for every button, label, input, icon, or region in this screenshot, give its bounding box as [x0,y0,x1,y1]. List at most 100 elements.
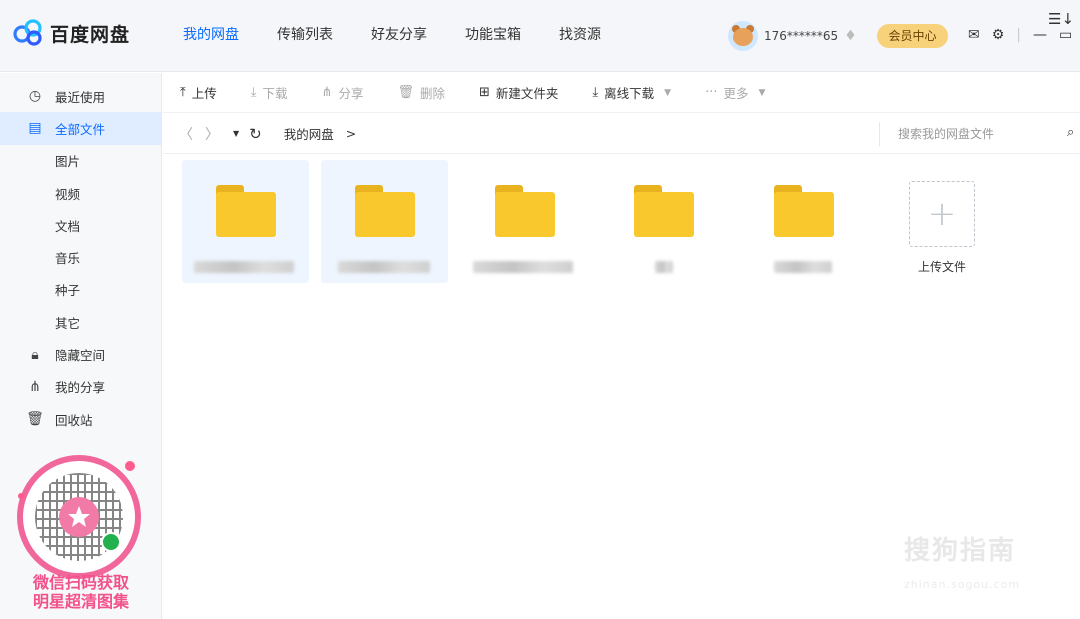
user-area[interactable]: 176******65 ♦ [728,20,860,52]
qr-code[interactable] [17,455,141,579]
nav-transfer-list[interactable]: 传输列表 [262,0,348,72]
plus-icon: + [927,194,957,234]
sidebar-item-documents[interactable]: 文档 [0,209,161,241]
upload-file-label: 上传文件 [917,260,966,274]
delete-button[interactable]: 🗑︎ 删除 [397,83,445,102]
nav-find-resources[interactable]: 找资源 [544,0,616,72]
sidebar-item-all-files[interactable]: ▤ 全部文件 [0,112,161,145]
promo-line-1: 微信扫码获取 [32,573,129,592]
forward-icon[interactable]: 〉 [205,124,219,144]
folder-icon [495,185,555,237]
share-icon: ⋔ [29,378,41,395]
folder-name-blurred [194,261,294,273]
caret-down-icon: ▼ [664,87,672,98]
refresh-icon[interactable]: ↻ [249,125,262,143]
sidebar-item-my-shares[interactable]: ⋔ 我的分享 [0,371,161,403]
decor-dot [18,493,24,499]
folder-icon [355,185,415,237]
offline-download-label: 离线下载 [604,86,655,101]
upload-button[interactable]: ⤒ 上传 [180,83,217,102]
folder-icon [216,185,276,237]
promo-line-2: 明星超清图集 [32,592,129,611]
sidebar-item-videos[interactable]: 视频 [0,177,161,209]
avatar[interactable] [728,21,758,51]
caret-down-icon: ▼ [758,87,766,98]
download-label: 下载 [262,86,288,101]
minimize-icon[interactable]: — [1033,26,1047,44]
nav-toolbox[interactable]: 功能宝箱 [450,0,536,72]
sidebar-item-music[interactable]: 音乐 [0,241,161,273]
sidebar-item-other[interactable]: 其它 [0,306,161,338]
download-button[interactable]: ⤓ 下载 [251,83,288,102]
folder-item[interactable] [321,160,448,283]
nav-my-netdisk[interactable]: 我的网盘 [168,0,254,72]
folder-item[interactable] [740,160,867,283]
folder-name-blurred [473,261,573,273]
diamond-icon: ♦ [844,28,857,44]
upload-label: 上传 [191,86,217,101]
offline-download-button[interactable]: ⤓ 离线下载 ▼ [592,83,671,102]
upload-file-button[interactable]: + [909,181,975,247]
upload-icon: ⤒ [180,85,186,100]
sidebar-item-images[interactable]: 图片 [0,145,161,177]
sidebar-item-label: 隐藏空间 [55,348,106,364]
folder-item[interactable] [461,160,588,283]
address-bar: 〈 〉 ▼ ↻ 我的网盘 > 搜索我的网盘文件 ⌕ [163,114,1080,154]
star-logo-icon [59,497,99,537]
app-name: 百度网盘 [50,23,131,46]
search-icon[interactable]: ⌕ [1067,125,1074,140]
folder-icon [774,185,834,237]
sort-icon[interactable]: ☰↓ [1048,10,1074,28]
new-folder-icon: ⊞ [478,85,490,100]
toolbar: ⤒ 上传 ⤓ 下载 ⋔ 分享 🗑︎ 删除 ⊞ 新建文件夹 ⤓ 离线下载 ▼ ··… [163,73,1080,113]
username[interactable]: 176******65 [764,29,838,43]
top-bar: 百度网盘 我的网盘 传输列表 好友分享 功能宝箱 找资源 176******65… [0,0,1080,72]
trash-icon: 🗑︎ [26,411,44,428]
window-controls: ✉ ⚙ | — ▭ [968,26,1080,44]
settings-icon[interactable]: ⚙ [992,26,1005,44]
maximize-icon[interactable]: ▭ [1059,26,1072,44]
sidebar-item-hidden-space[interactable]: 🔒︎ 隐藏空间 [0,338,161,370]
share-label: 分享 [338,86,364,101]
watermark: 搜狗指南 [904,536,1017,566]
mail-icon[interactable]: ✉ [968,26,980,44]
breadcrumb-separator: > [345,126,357,141]
wechat-icon [101,532,121,552]
sidebar: ◷ 最近使用 ▤ 全部文件 图片 视频 文档 音乐 种子 其它 🔒︎ 隐藏空间 … [0,73,162,619]
folder-name-blurred [338,261,430,273]
sidebar-item-recent[interactable]: ◷ 最近使用 [0,80,161,112]
sidebar-item-label: 全部文件 [55,121,106,137]
sidebar-item-label: 我的分享 [55,380,106,396]
delete-label: 删除 [419,86,445,101]
sidebar-item-torrents[interactable]: 种子 [0,274,161,306]
clock-icon: ◷ [28,88,42,105]
app-logo[interactable]: 百度网盘 [12,18,130,48]
share-icon: ⋔ [321,85,333,100]
watermark-url: zhinan.sogou.com [904,578,1021,591]
breadcrumb[interactable]: 我的网盘 [284,124,334,143]
sidebar-item-recycle-bin[interactable]: 🗑︎ 回收站 [0,403,161,435]
folder-icon [634,185,694,237]
ellipsis-icon: ··· [705,85,718,100]
more-button[interactable]: ··· 更多 ▼ [705,83,765,102]
divider: | [1016,27,1022,43]
search-input[interactable]: 搜索我的网盘文件 [879,122,1079,146]
download-icon: ⤓ [250,85,257,100]
more-label: 更多 [723,86,749,101]
nav-friend-share[interactable]: 好友分享 [356,0,442,72]
decor-dot [125,461,135,471]
history-dropdown-icon[interactable]: ▼ [233,129,239,138]
vip-center-button[interactable]: 会员中心 [877,24,948,48]
sidebar-item-label: 回收站 [55,412,93,428]
folder-item[interactable] [600,160,727,283]
folder-name-blurred [774,261,832,273]
back-icon[interactable]: 〈 [179,124,193,144]
promo-text[interactable]: 微信扫码获取 明星超清图集 [0,573,162,611]
trash-icon: 🗑︎ [397,85,414,100]
share-button[interactable]: ⋔ 分享 [322,83,364,102]
new-folder-button[interactable]: ⊞ 新建文件夹 [479,83,558,102]
new-folder-label: 新建文件夹 [495,86,559,101]
folder-name-blurred [655,261,673,273]
lock-icon: 🔒︎ [31,346,39,363]
folder-item[interactable] [182,160,309,283]
